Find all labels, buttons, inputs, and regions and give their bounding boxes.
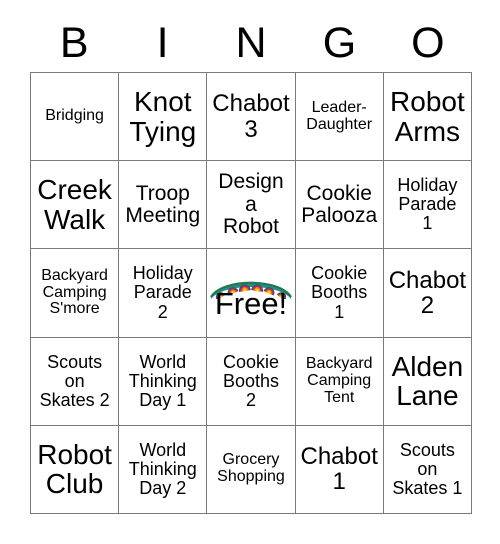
bingo-cell-label: Robot Arms (390, 85, 465, 147)
bingo-cell-label: Chabot 2 (388, 266, 467, 319)
bingo-cell[interactable]: Backyard Camping S'more (31, 249, 120, 338)
bingo-cell[interactable]: Cookie Booths 1 (295, 249, 384, 338)
header-letter-g: G (322, 19, 357, 67)
bingo-cell-label: Cookie Booths 1 (311, 263, 368, 322)
bingo-cell[interactable]: Backyard Camping Tent (295, 337, 384, 426)
bingo-cell[interactable]: World Thinking Day 2 (119, 425, 208, 514)
bingo-cell[interactable]: Scouts on Skates 1 (383, 425, 472, 514)
bingo-cell[interactable]: Cookie Palooza (295, 161, 384, 250)
bingo-cell[interactable]: Creek Walk (31, 161, 120, 250)
bingo-cell[interactable]: World Thinking Day 1 (119, 337, 208, 426)
bingo-cell[interactable]: Robot Arms (383, 73, 472, 162)
bingo-cell-label: Cookie Booths 2 (222, 351, 280, 410)
bingo-cell[interactable]: Chabot 3 (207, 73, 296, 162)
bingo-cell[interactable]: Chabot 1 (295, 425, 384, 514)
bingo-cell[interactable]: Cookie Booths 2 (207, 337, 296, 426)
bingo-cell-label: Backyard Camping Tent (305, 354, 373, 406)
header-letter-n: N (235, 19, 267, 67)
bingo-cell-free-space[interactable]: Free! (207, 249, 296, 338)
bingo-cell[interactable]: Holiday Parade 1 (383, 161, 472, 250)
bingo-cell[interactable]: Alden Lane (383, 337, 472, 426)
bingo-card: B I N G O Bridging Knot Tying Chabot 3 Lead… (0, 0, 500, 544)
bingo-cell[interactable]: Holiday Parade 2 (119, 249, 208, 338)
bingo-cell-label: Robot Club (37, 438, 112, 500)
bingo-cell-label: Creek Walk (37, 174, 112, 235)
bingo-cell-label: Holiday Parade 1 (397, 175, 458, 234)
bingo-cell-label: Backyard Camping S'more (41, 266, 108, 318)
bingo-cell[interactable]: Scouts on Skates 2 (31, 337, 120, 426)
bingo-cell[interactable]: Design a Robot (207, 161, 296, 250)
bingo-cell[interactable]: Robot Club (31, 425, 120, 514)
bingo-cell[interactable]: Troop Meeting (119, 161, 208, 250)
bingo-cell[interactable]: Leader- Daughter (295, 73, 384, 162)
header-letter-o: O (411, 19, 445, 67)
bingo-cell-label: Design a Robot (218, 170, 284, 238)
bingo-cell-label: Grocery Shopping (217, 451, 285, 486)
bingo-cell-label: World Thinking Day 1 (128, 351, 197, 410)
bingo-cell-label: Knot Tying (129, 85, 197, 147)
bingo-grid: Bridging Knot Tying Chabot 3 Leader- Daught… (30, 72, 472, 514)
free-space-content: Free! (207, 249, 294, 336)
bingo-cell-label: Cookie Palooza (301, 181, 378, 227)
header-letter-b: B (59, 19, 89, 67)
header-letter-i: I (156, 19, 169, 67)
bingo-cell-label: Chabot 3 (212, 90, 290, 143)
bingo-cell[interactable]: Chabot 2 (383, 249, 472, 338)
bingo-cell-label: World Thinking Day 2 (128, 439, 197, 498)
bingo-cell-label: Scouts on Skates 2 (39, 351, 110, 410)
bingo-cell[interactable]: Knot Tying (119, 73, 208, 162)
bingo-cell-label: Scouts on Skates 1 (392, 439, 463, 498)
bingo-header: B I N G O (30, 14, 472, 72)
bingo-cell-label: Leader- Daughter (306, 98, 373, 133)
bingo-cell-label: Troop Meeting (125, 181, 201, 227)
bingo-cell[interactable]: Grocery Shopping (207, 425, 296, 514)
free-space-label: Free! (214, 286, 288, 322)
bingo-cell-label: Bridging (45, 107, 104, 125)
bingo-cell[interactable]: Bridging (31, 73, 120, 162)
bingo-cell-label: Chabot 1 (300, 442, 378, 496)
bingo-cell-label: Holiday Parade 2 (132, 263, 193, 322)
bingo-cell-label: Alden Lane (391, 350, 464, 412)
